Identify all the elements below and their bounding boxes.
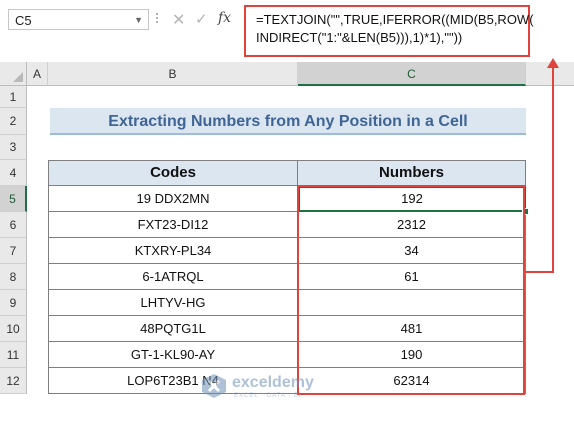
row-header-12[interactable]: 12: [0, 368, 27, 394]
column-header-d[interactable]: [526, 62, 574, 86]
column-header-a[interactable]: A: [27, 62, 48, 86]
row-header-2[interactable]: 2: [0, 108, 27, 135]
code-cell[interactable]: GT-1-KL90-AY: [48, 342, 298, 368]
number-cell[interactable]: 34: [298, 238, 526, 264]
row-header-10[interactable]: 10: [0, 316, 27, 342]
row-header-8[interactable]: 8: [0, 264, 27, 290]
sheet-title: Extracting Numbers from Any Position in …: [50, 108, 526, 135]
header-numbers[interactable]: Numbers: [298, 160, 526, 186]
formula-bar-area: C5 ▼ ✕ ✓ fx =TEXTJOIN("",TRUE,IFERROR((M…: [0, 0, 574, 62]
insert-function-icon[interactable]: fx: [218, 10, 231, 26]
fill-handle[interactable]: [522, 208, 529, 215]
code-cell[interactable]: 19 DDX2MN: [48, 186, 298, 212]
name-box-value: C5: [15, 13, 32, 28]
code-cell[interactable]: FXT23-DI12: [48, 212, 298, 238]
code-cell[interactable]: KTXRY-PL34: [48, 238, 298, 264]
code-cell[interactable]: 6-1ATRQL: [48, 264, 298, 290]
worksheet-grid[interactable]: A B C Extracting Numbers from Any Positi…: [0, 58, 574, 423]
formula-line-1: =TEXTJOIN("",TRUE,IFERROR((MID(B5,ROW(: [256, 12, 534, 27]
exceldemy-logo-icon: [202, 374, 226, 398]
watermark-tagline: EXCEL · DATA · BI: [234, 393, 302, 399]
watermark-name: exceldemy: [232, 374, 314, 391]
name-box[interactable]: C5 ▼: [8, 9, 149, 30]
row-header-1[interactable]: 1: [0, 86, 27, 108]
number-cell[interactable]: 2312: [298, 212, 526, 238]
column-header-b[interactable]: B: [48, 62, 298, 86]
row-header-4[interactable]: 4: [0, 160, 27, 186]
row-header-6[interactable]: 6: [0, 212, 27, 238]
active-cell[interactable]: 192: [298, 186, 526, 212]
formula-bar-buttons: ✕ ✓ fx: [166, 8, 240, 32]
select-all-corner[interactable]: [0, 62, 27, 86]
exceldemy-watermark: exceldemy EXCEL · DATA · BI: [200, 372, 350, 402]
formula-line-2: INDIRECT("1:"&LEN(B5))),1)*1),"")): [256, 30, 463, 45]
number-cell[interactable]: [298, 290, 526, 316]
header-codes[interactable]: Codes: [48, 160, 298, 186]
row-header-7[interactable]: 7: [0, 238, 27, 264]
row-header-5[interactable]: 5: [0, 186, 27, 212]
number-cell[interactable]: 61: [298, 264, 526, 290]
row-header-11[interactable]: 11: [0, 342, 27, 368]
code-cell[interactable]: 48PQTG1L: [48, 316, 298, 342]
row-header-9[interactable]: 9: [0, 290, 27, 316]
formula-input[interactable]: =TEXTJOIN("",TRUE,IFERROR((MID(B5,ROW( I…: [244, 5, 534, 57]
code-cell[interactable]: LHTYV-HG: [48, 290, 298, 316]
row-header-3[interactable]: 3: [0, 135, 27, 160]
cancel-icon[interactable]: ✕: [172, 10, 185, 30]
column-header-c[interactable]: C: [298, 62, 526, 86]
enter-check-icon[interactable]: ✓: [195, 10, 208, 28]
number-cell[interactable]: 190: [298, 342, 526, 368]
name-box-dropdown-icon[interactable]: ▼: [134, 10, 143, 31]
formula-bar-grip-icon[interactable]: [155, 11, 159, 29]
number-cell[interactable]: 481: [298, 316, 526, 342]
